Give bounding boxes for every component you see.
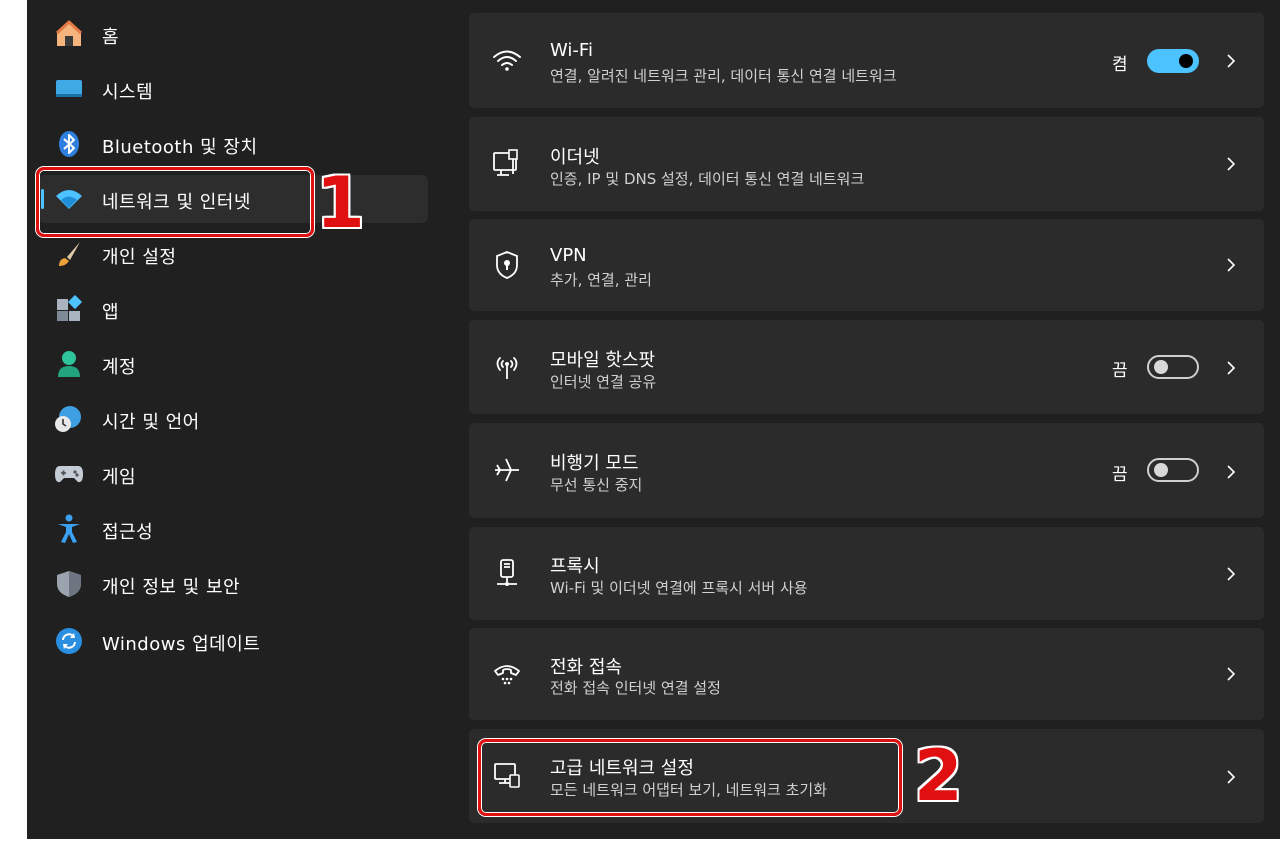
- sidebar-nav: 홈 시스템 Bluetooth 및 장치 네트워크 및 인터넷 개인 설정 앱 …: [27, 0, 457, 839]
- paintbrush-icon: [54, 240, 84, 268]
- airplane-icon: [491, 454, 523, 486]
- sidebar-item-label: 개인 정보 및 보안: [102, 577, 241, 598]
- sidebar-item-apps[interactable]: 앱: [39, 285, 428, 333]
- account-icon: [54, 350, 84, 378]
- sidebar-item-label: 홈: [102, 27, 120, 48]
- sidebar-item-windows-update[interactable]: Windows 업데이트: [39, 617, 428, 665]
- card-subtitle: Wi-Fi 및 이더넷 연결에 프록시 서버 사용: [550, 579, 808, 597]
- card-ethernet[interactable]: 이더넷 인증, IP 및 DNS 설정, 데이터 통신 연결 네트워크: [469, 117, 1264, 211]
- sidebar-item-label: 게임: [102, 467, 137, 488]
- chevron-right-icon: [1224, 256, 1238, 274]
- card-title: 이더넷: [550, 147, 600, 168]
- sidebar-item-home[interactable]: 홈: [39, 10, 428, 58]
- update-icon: [54, 627, 84, 655]
- card-title: 비행기 모드: [550, 453, 639, 474]
- accessibility-icon: [54, 514, 84, 543]
- ethernet-icon: [491, 147, 523, 179]
- settings-window: 홈 시스템 Bluetooth 및 장치 네트워크 및 인터넷 개인 설정 앱 …: [27, 0, 1280, 839]
- card-title: VPN: [550, 245, 587, 266]
- gamepad-icon: [54, 460, 84, 488]
- annotation-highlight-box: [478, 739, 902, 816]
- vpn-shield-icon: [491, 249, 523, 281]
- card-subtitle: 인터넷 연결 공유: [550, 373, 657, 391]
- card-subtitle: 전화 접속 인터넷 연결 설정: [550, 679, 721, 697]
- sidebar-item-bluetooth[interactable]: Bluetooth 및 장치: [39, 120, 428, 168]
- toggle-knob: [1154, 360, 1168, 374]
- card-subtitle: 무선 통신 중지: [550, 476, 643, 494]
- airplane-mode-toggle[interactable]: [1147, 458, 1199, 482]
- sidebar-item-label: Windows 업데이트: [102, 634, 261, 655]
- wifi-toggle[interactable]: [1147, 49, 1199, 73]
- card-vpn[interactable]: VPN 추가, 연결, 관리: [469, 219, 1264, 311]
- globe-clock-icon: [54, 405, 84, 433]
- chevron-right-icon: [1224, 768, 1238, 786]
- card-subtitle: 인증, IP 및 DNS 설정, 데이터 통신 연결 네트워크: [550, 170, 865, 188]
- toggle-state-label: 켬: [1112, 55, 1128, 75]
- sidebar-item-label: Bluetooth 및 장치: [102, 137, 258, 158]
- sidebar-item-label: 개인 설정: [102, 247, 177, 268]
- annotation-step-number: 2: [914, 735, 963, 817]
- sidebar-item-personalization[interactable]: 개인 설정: [39, 230, 428, 278]
- toggle-knob: [1179, 54, 1193, 68]
- chevron-right-icon: [1224, 359, 1238, 377]
- toggle-state-label: 끔: [1112, 361, 1128, 381]
- chevron-right-icon: [1224, 463, 1238, 481]
- chevron-right-icon: [1224, 52, 1238, 70]
- sidebar-item-time-language[interactable]: 시간 및 언어: [39, 395, 428, 443]
- chevron-right-icon: [1224, 565, 1238, 583]
- sidebar-item-privacy[interactable]: 개인 정보 및 보안: [39, 560, 428, 608]
- chevron-right-icon: [1224, 155, 1238, 173]
- sidebar-item-label: 앱: [102, 302, 120, 323]
- toggle-state-label: 끔: [1112, 465, 1128, 485]
- system-monitor-icon: [54, 75, 84, 103]
- card-title: 전화 접속: [550, 657, 622, 678]
- card-title: 프록시: [550, 556, 600, 577]
- card-wifi[interactable]: Wi-Fi 연결, 알려진 네트워크 관리, 데이터 통신 연결 네트워크 켬: [469, 13, 1264, 108]
- annotation-step-number: 1: [316, 162, 365, 244]
- card-airplane-mode[interactable]: 비행기 모드 무선 통신 중지 끔: [469, 423, 1264, 518]
- wifi-icon: [491, 44, 523, 76]
- bluetooth-icon: [54, 130, 84, 158]
- chevron-right-icon: [1224, 665, 1238, 683]
- sidebar-item-label: 시스템: [102, 82, 154, 103]
- apps-icon: [54, 295, 84, 323]
- sidebar-item-system[interactable]: 시스템: [39, 65, 428, 113]
- hotspot-icon: [491, 351, 523, 383]
- card-mobile-hotspot[interactable]: 모바일 핫스팟 인터넷 연결 공유 끔: [469, 320, 1264, 414]
- card-title: 모바일 핫스팟: [550, 350, 656, 371]
- sidebar-item-label: 접근성: [102, 522, 154, 543]
- toggle-knob: [1154, 463, 1168, 477]
- sidebar-item-label: 계정: [102, 357, 137, 378]
- sidebar-item-gaming[interactable]: 게임: [39, 450, 428, 498]
- sidebar-item-accounts[interactable]: 계정: [39, 340, 428, 388]
- card-subtitle: 연결, 알려진 네트워크 관리, 데이터 통신 연결 네트워크: [550, 67, 897, 85]
- dialup-icon: [491, 658, 523, 690]
- sidebar-item-accessibility[interactable]: 접근성: [39, 505, 428, 553]
- hotspot-toggle[interactable]: [1147, 355, 1199, 379]
- card-subtitle: 추가, 연결, 관리: [550, 271, 652, 289]
- annotation-highlight-box: [36, 167, 314, 237]
- sidebar-item-label: 시간 및 언어: [102, 412, 200, 433]
- card-proxy[interactable]: 프록시 Wi-Fi 및 이더넷 연결에 프록시 서버 사용: [469, 527, 1264, 620]
- card-dial-up[interactable]: 전화 접속 전화 접속 인터넷 연결 설정: [469, 628, 1264, 720]
- home-icon: [54, 20, 84, 48]
- card-title: Wi-Fi: [550, 40, 593, 61]
- proxy-icon: [491, 557, 523, 589]
- shield-icon: [54, 570, 84, 598]
